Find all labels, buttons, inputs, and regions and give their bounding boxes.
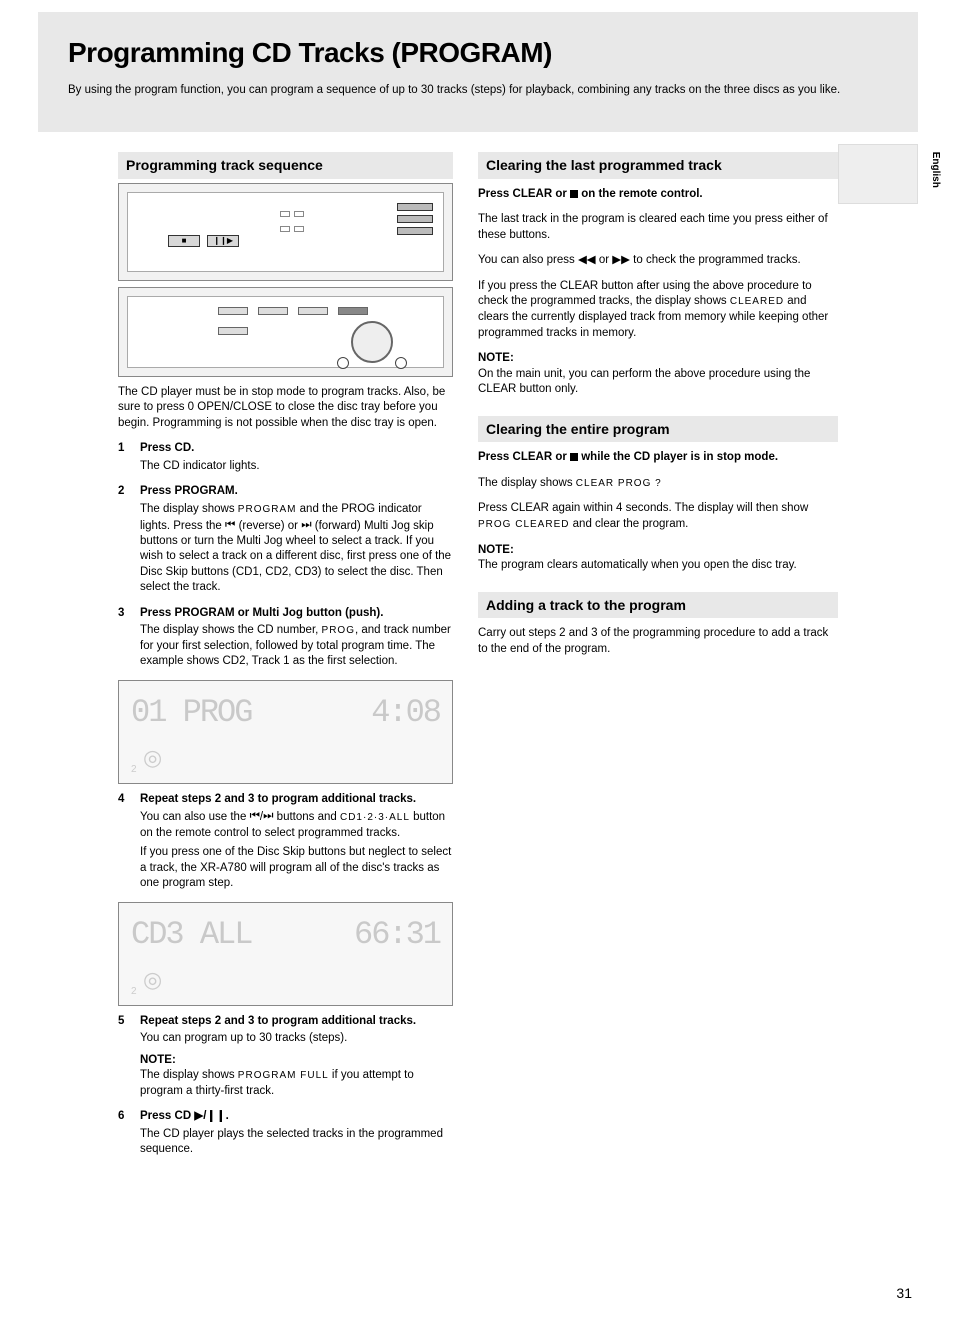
skip-next-icon: ⏭	[263, 809, 273, 825]
left-column: Programming track sequence ■ ❙❙▶	[118, 152, 453, 1168]
fastforward-icon: ▶▶	[612, 254, 630, 266]
s1-note-body: On the main unit, you can perform the ab…	[478, 367, 838, 398]
lcd2-left: CD3 ALL	[131, 913, 251, 956]
stop-icon	[570, 190, 578, 198]
lcd-display-cd3all: CD3 ALL 66:31 2	[118, 902, 453, 1006]
device-illustration-upper: ■ ❙❙▶	[118, 183, 453, 281]
note-label: NOTE:	[478, 352, 514, 364]
step-4-lead: Repeat steps 2 and 3 to program addition…	[140, 792, 453, 808]
lcd1-left: 01 PROG	[131, 691, 251, 734]
step-5-body: You can program up to 30 tracks (steps).	[140, 1031, 453, 1047]
lcd2-right: 66:31	[354, 913, 440, 956]
page-subtitle: By using the program function, you can p…	[68, 82, 888, 98]
step-5-note: NOTE: The display shows PROGRAM FULL if …	[140, 1053, 453, 1100]
step-2-lead: Press PROGRAM.	[140, 484, 453, 500]
step-6-lead: Press CD ▶/❙❙.	[140, 1109, 453, 1125]
cd3-button-illus	[397, 227, 433, 235]
s1-p1b: The last track in the program is cleared…	[478, 212, 838, 243]
intro-text: The CD player must be in stop mode to pr…	[118, 385, 453, 432]
clear-button-illus	[218, 327, 248, 335]
step-num: 3	[118, 606, 132, 670]
skip-prev-icon: ⏮	[250, 809, 260, 825]
lcd2-sub: 2	[131, 985, 440, 999]
step-3: 3 Press PROGRAM or Multi Jog button (pus…	[118, 606, 453, 670]
cd1-button-illus	[397, 203, 433, 211]
lcd1-right: 4:08	[371, 691, 440, 734]
lcd-prog: PROG	[322, 625, 355, 636]
step-1-body: The CD indicator lights.	[140, 459, 453, 475]
step-2-body: The display shows PROGRAM and the PROG i…	[140, 502, 453, 596]
title-band: Programming CD Tracks (PROGRAM) By using…	[38, 12, 918, 132]
rewind-icon: ◀◀	[578, 254, 596, 266]
language-tab-label: English	[928, 152, 942, 188]
lcd-cdlist: CD1·2·3·ALL	[340, 812, 410, 823]
lcd-progcleared: PROG CLEARED	[478, 519, 569, 530]
button-illus-3	[298, 307, 328, 315]
step-1-lead: Press CD.	[140, 441, 453, 457]
step-num: 6	[118, 1109, 132, 1158]
section-head-clear-all: Clearing the entire program	[478, 416, 838, 443]
s3-p1: Carry out steps 2 and 3 of the programmi…	[478, 626, 838, 657]
right-column: Clearing the last programmed track Press…	[478, 152, 838, 667]
step-num: 4	[118, 792, 132, 892]
lcd-cleared: CLEARED	[730, 296, 784, 307]
note-body: The display shows PROGRAM FULL if you at…	[140, 1068, 453, 1099]
step-4: 4 Repeat steps 2 and 3 to program additi…	[118, 792, 453, 892]
button-illus-2	[258, 307, 288, 315]
lcd-display-prog: 01 PROG 4:08 2	[118, 680, 453, 784]
step-5-lead: Repeat steps 2 and 3 to program addition…	[140, 1014, 453, 1030]
device-illustration-lower	[118, 287, 453, 377]
multi-jog-dial-illus	[351, 321, 393, 363]
s1-p1d: If you press the CLEAR button after usin…	[478, 279, 838, 341]
stop-button-illus: ■	[168, 235, 200, 247]
step-num: 5	[118, 1014, 132, 1100]
section-head-clear-last: Clearing the last programmed track	[478, 152, 838, 179]
step-num: 1	[118, 441, 132, 474]
lcd-programfull: PROGRAM FULL	[238, 1070, 329, 1081]
skip-next-icon: ⏭	[301, 518, 311, 534]
step-3-lead: Press PROGRAM or Multi Jog button (push)…	[140, 606, 453, 622]
s2-note-body: The program clears automatically when yo…	[478, 558, 838, 574]
section-head-programming: Programming track sequence	[118, 152, 453, 179]
step-1: 1 Press CD. The CD indicator lights.	[118, 441, 453, 474]
lcd-clearprog: CLEAR PROG ?	[576, 478, 662, 489]
s1-p1c: You can also press ◀◀ or ▶▶ to check the…	[478, 253, 838, 269]
section-head-add-track: Adding a track to the program	[478, 592, 838, 619]
note-label: NOTE:	[140, 1054, 176, 1066]
s1-note: NOTE: On the main unit, you can perform …	[478, 351, 838, 398]
stop-icon	[570, 453, 578, 461]
cd-button-illus	[218, 307, 248, 315]
step-4-extra: You can also use the ⏮/⏭ buttons and CD1…	[140, 809, 453, 841]
s2-p1a: Press CLEAR or while the CD player is in…	[478, 450, 838, 466]
step-3-body: The display shows the CD number, PROG, a…	[140, 623, 453, 670]
step-num: 2	[118, 484, 132, 595]
s2-note: NOTE: The program clears automatically w…	[478, 543, 838, 574]
playpause-button-illus: ❙❙▶	[207, 235, 239, 247]
page-title: Programming CD Tracks (PROGRAM)	[68, 34, 888, 72]
note-label: NOTE:	[478, 544, 514, 556]
s2-p1c: Press CLEAR again within 4 seconds. The …	[478, 501, 838, 532]
step-5: 5 Repeat steps 2 and 3 to program additi…	[118, 1014, 453, 1100]
language-tab: English	[838, 144, 918, 204]
program-button-illus	[338, 307, 368, 315]
playpause-icon: ▶/❙❙	[194, 1110, 225, 1122]
step-6-body: The CD player plays the selected tracks …	[140, 1127, 453, 1158]
s1-p1a: Press CLEAR or on the remote control.	[478, 187, 838, 203]
lcd-program: PROGRAM	[238, 504, 297, 515]
cd2-button-illus	[397, 215, 433, 223]
step-2: 2 Press PROGRAM. The display shows PROGR…	[118, 484, 453, 595]
s2-p1b: The display shows CLEAR PROG ?	[478, 476, 838, 492]
step-4-note: If you press one of the Disc Skip button…	[140, 845, 453, 892]
page-number: 31	[896, 1284, 912, 1303]
skip-prev-icon: ⏮	[225, 518, 235, 534]
lcd1-sub: 2	[131, 763, 440, 777]
step-6: 6 Press CD ▶/❙❙. The CD player plays the…	[118, 1109, 453, 1158]
